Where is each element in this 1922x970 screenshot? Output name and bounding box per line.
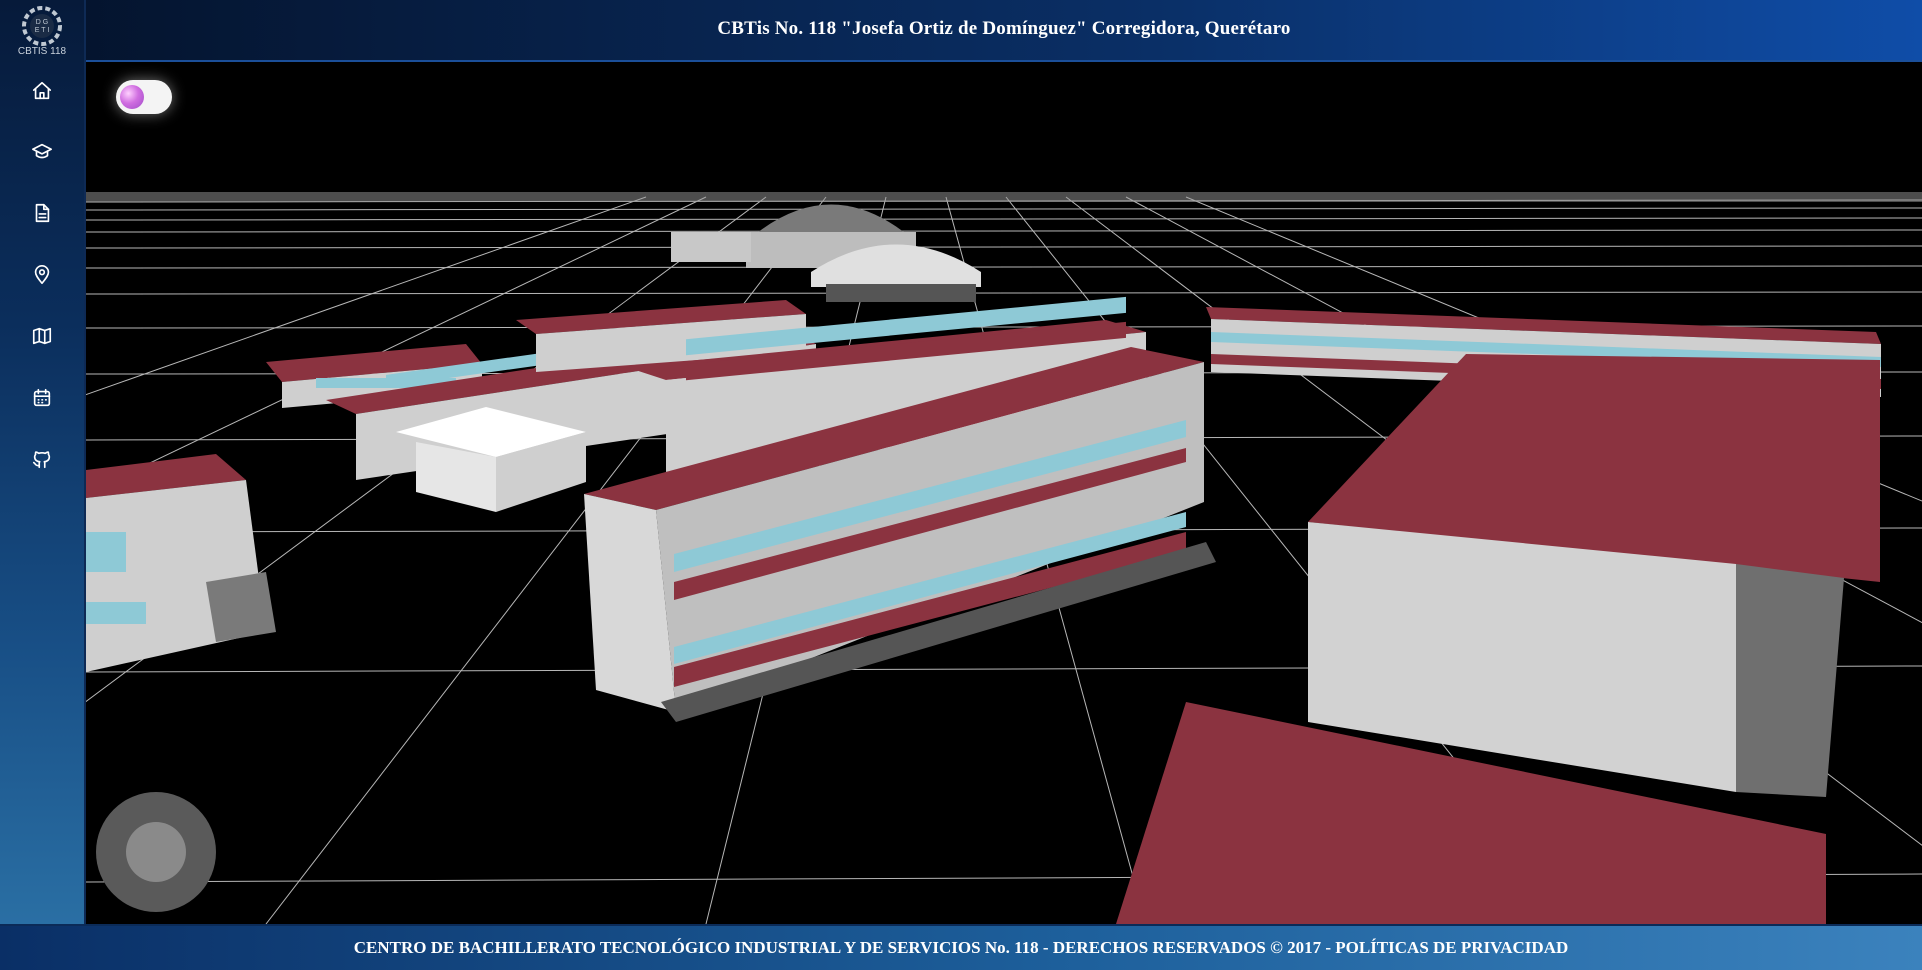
sidebar-item-academics[interactable] [22, 132, 62, 172]
page-title: CBTis No. 118 "Josefa Ortiz de Domínguez… [717, 18, 1291, 39]
sidebar-item-location[interactable] [22, 255, 62, 295]
sidebar-item-map[interactable] [22, 316, 62, 356]
graduation-cap-icon [32, 143, 52, 159]
map-icon [32, 327, 52, 345]
location-pin-icon [34, 265, 50, 285]
building-left-edge [86, 454, 276, 672]
github-icon [32, 451, 51, 469]
svg-text:D G: D G [36, 19, 48, 26]
svg-text:E T I: E T I [35, 27, 50, 34]
sidebar-item-calendar[interactable] [22, 378, 62, 418]
movement-joystick[interactable] [96, 792, 216, 912]
far-horizon [86, 192, 1922, 202]
document-icon [35, 203, 50, 223]
calendar-icon [33, 388, 51, 407]
theme-toggle[interactable] [116, 80, 172, 114]
joystick-knob[interactable] [126, 822, 186, 882]
sidebar-item-home[interactable] [22, 71, 62, 111]
3d-campus-viewport[interactable] [86, 62, 1922, 924]
sidebar: D G E T I CBTIS 118 [0, 0, 86, 924]
logo-caption: CBTIS 118 [17, 46, 67, 57]
header-bar: CBTis No. 118 "Josefa Ortiz de Domínguez… [0, 0, 1922, 62]
building-right-front [1308, 354, 1880, 797]
sidebar-item-documents[interactable] [22, 193, 62, 233]
home-icon [32, 81, 52, 100]
campus-3d-scene [86, 192, 1922, 924]
footer-bar: CENTRO DE BACHILLERATO TECNOLÓGICO INDUS… [0, 924, 1922, 970]
sidebar-item-github[interactable] [22, 439, 62, 479]
footer-copyright: CENTRO DE BACHILLERATO TECNOLÓGICO INDUS… [353, 938, 1569, 957]
toggle-knob [120, 85, 144, 109]
